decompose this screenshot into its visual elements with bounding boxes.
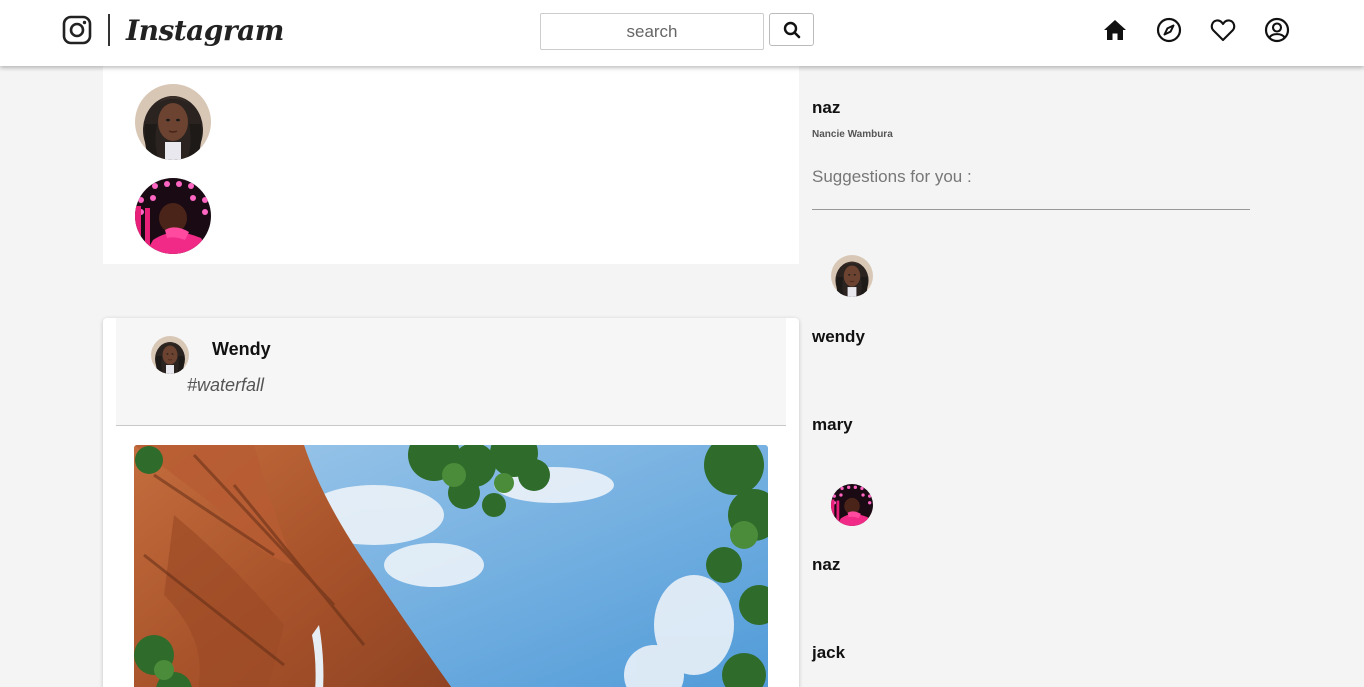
suggestion-name[interactable]: wendy bbox=[812, 327, 865, 347]
instagram-logo-icon bbox=[62, 15, 92, 45]
waterfall-photo bbox=[134, 445, 768, 687]
story-avatar[interactable] bbox=[135, 84, 211, 160]
search-input[interactable] bbox=[540, 13, 764, 50]
suggestions-heading: Suggestions for you : bbox=[812, 167, 972, 186]
post-card: Wendy #waterfall bbox=[103, 318, 799, 687]
stories-card bbox=[103, 66, 799, 264]
heart-icon bbox=[1210, 19, 1236, 42]
brand-divider bbox=[108, 14, 110, 46]
nav-icons bbox=[1102, 17, 1290, 43]
avatar-pink bbox=[135, 178, 211, 254]
explore-nav-button[interactable] bbox=[1156, 17, 1182, 43]
brand[interactable]: Instagram bbox=[62, 12, 284, 48]
user-circle-icon bbox=[1264, 17, 1290, 43]
post-author-avatar[interactable] bbox=[151, 336, 189, 374]
brand-wordmark: Instagram bbox=[126, 13, 284, 47]
compass-icon bbox=[1156, 17, 1182, 43]
home-icon bbox=[1104, 20, 1126, 40]
suggestion-avatar[interactable] bbox=[831, 484, 873, 526]
post-header: Wendy #waterfall bbox=[116, 318, 786, 426]
search-button[interactable] bbox=[769, 13, 814, 46]
suggestion-avatar[interactable] bbox=[831, 255, 873, 297]
avatar-braids bbox=[135, 84, 211, 160]
suggestion-name[interactable]: naz bbox=[812, 555, 840, 575]
current-fullname: Nancie Wambura bbox=[812, 129, 893, 140]
post-author-name[interactable]: Wendy bbox=[212, 339, 271, 360]
home-nav-button[interactable] bbox=[1102, 17, 1128, 43]
avatar-pink bbox=[831, 484, 873, 526]
suggestion-name[interactable]: jack bbox=[812, 643, 845, 663]
suggestion-name[interactable]: mary bbox=[812, 415, 853, 435]
suggestions-divider bbox=[812, 209, 1250, 210]
profile-nav-button[interactable] bbox=[1264, 17, 1290, 43]
avatar-braids bbox=[151, 336, 189, 374]
top-navbar: Instagram bbox=[0, 0, 1364, 66]
avatar-braids bbox=[831, 255, 873, 297]
post-image[interactable] bbox=[134, 445, 768, 687]
activity-nav-button[interactable] bbox=[1210, 17, 1236, 43]
search-icon bbox=[783, 21, 800, 38]
current-username[interactable]: naz bbox=[812, 98, 840, 118]
story-avatar[interactable] bbox=[135, 178, 211, 254]
post-caption: #waterfall bbox=[187, 375, 265, 395]
